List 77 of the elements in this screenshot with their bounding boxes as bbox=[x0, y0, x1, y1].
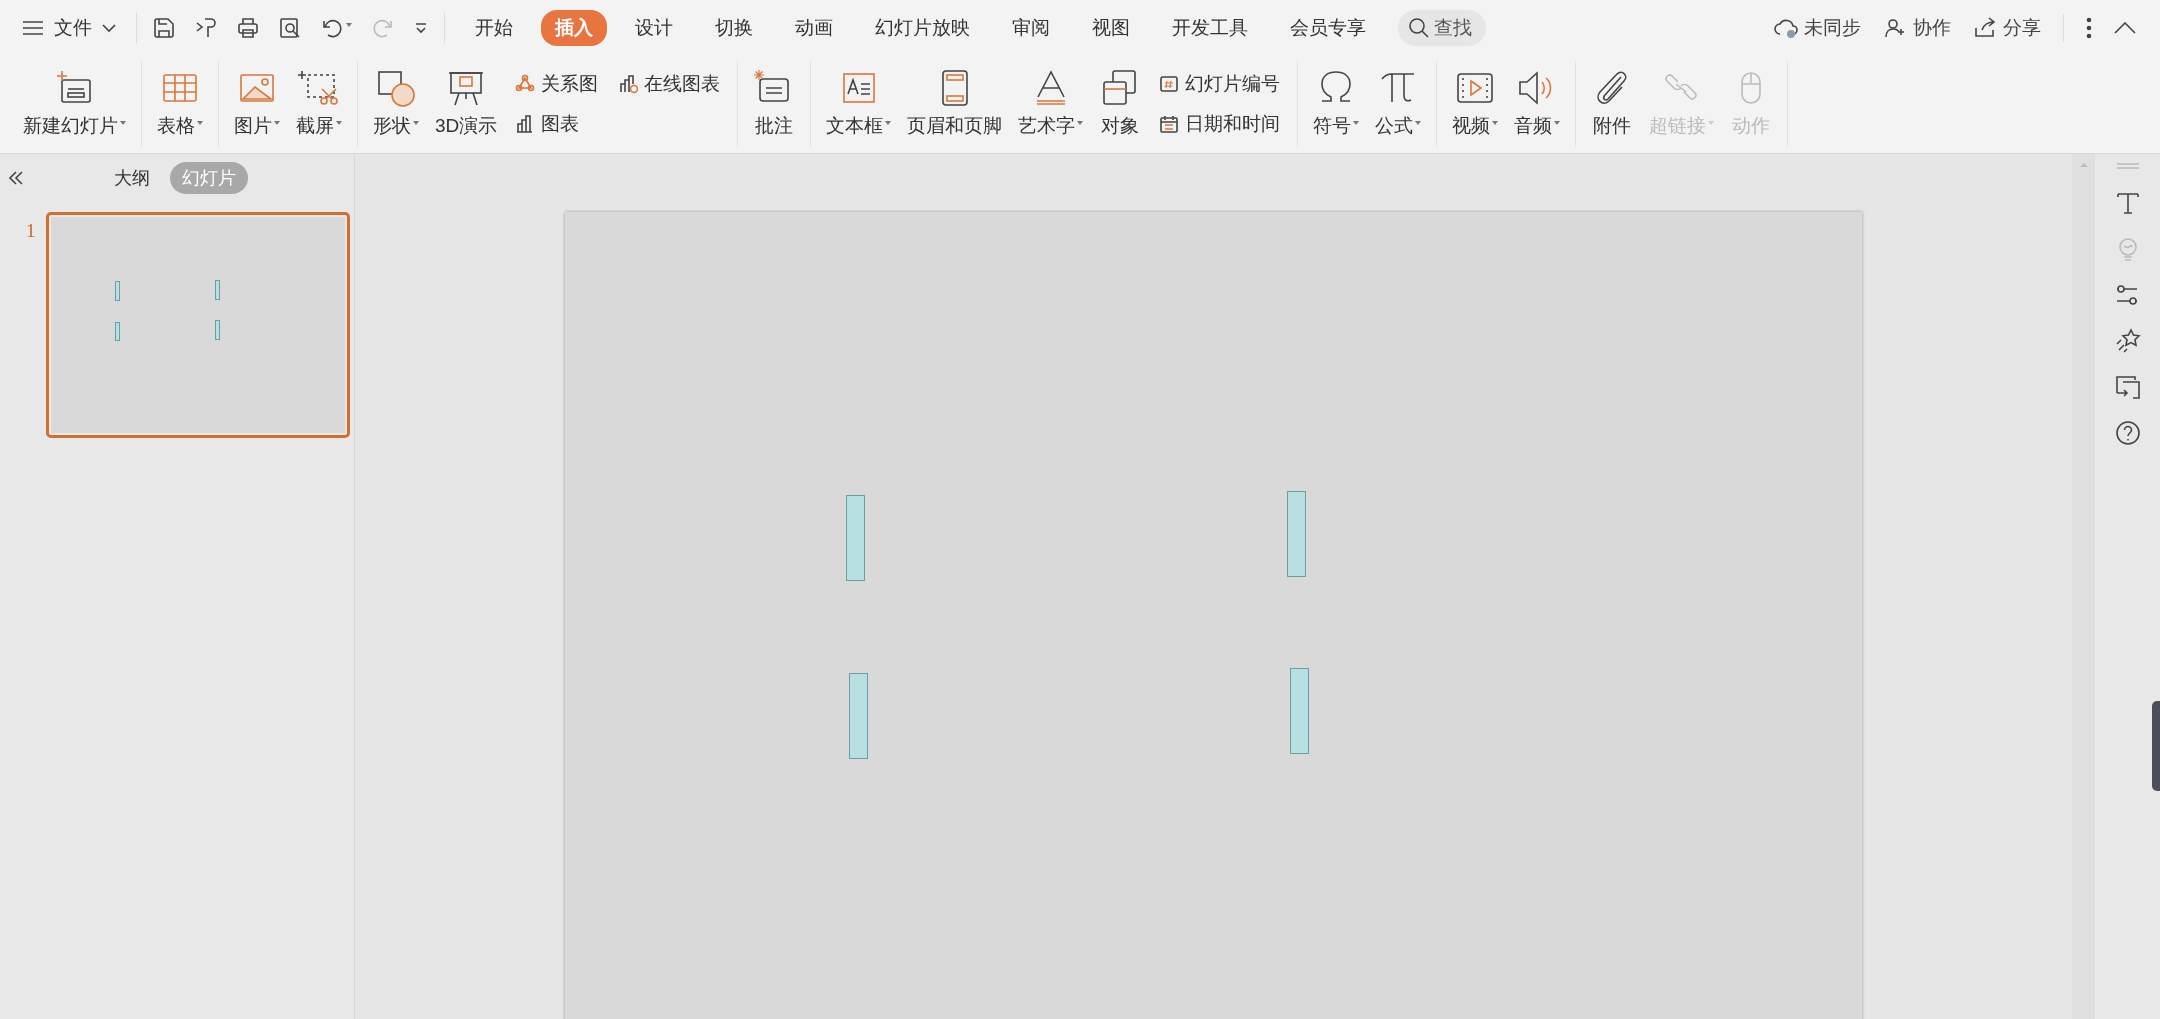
ribbon-button[interactable]: 附件 bbox=[1587, 61, 1638, 147]
caret-icon bbox=[413, 121, 419, 125]
brush-icon bbox=[195, 16, 217, 39]
toolbar-action[interactable]: 协作 bbox=[1883, 14, 1951, 41]
search-button[interactable]: 查找 bbox=[1398, 9, 1486, 46]
search-icon bbox=[1408, 16, 1430, 39]
more-icon bbox=[2086, 16, 2092, 39]
text-icon bbox=[2114, 190, 2141, 216]
ribbon-button[interactable]: 页眉和页脚 bbox=[903, 61, 1007, 147]
ribbon-tab[interactable]: 切换 bbox=[701, 9, 767, 46]
toolbar-action[interactable]: 未同步 bbox=[1774, 14, 1861, 41]
relation-icon bbox=[515, 74, 536, 94]
caret-icon bbox=[1077, 121, 1084, 125]
ribbon-tab[interactable]: 动画 bbox=[781, 9, 847, 46]
menu-icon bbox=[22, 18, 44, 37]
ribbon-button[interactable]: 批注 bbox=[749, 61, 800, 147]
preview-icon bbox=[279, 16, 301, 39]
ribbon-button[interactable]: 表格 bbox=[153, 61, 207, 147]
ribbon-tab[interactable]: 审阅 bbox=[998, 9, 1064, 46]
save-icon bbox=[153, 16, 175, 39]
ribbon-tab[interactable]: 会员专享 bbox=[1276, 9, 1380, 46]
ribbon-button[interactable]: 3D演示 bbox=[431, 61, 502, 147]
slide-number-icon bbox=[1159, 74, 1180, 94]
ribbon-button[interactable]: 关系图 bbox=[511, 69, 603, 99]
caret-icon bbox=[1554, 121, 1561, 125]
caret-icon bbox=[885, 121, 892, 125]
caret-icon bbox=[1353, 121, 1360, 125]
caret-icon bbox=[346, 22, 352, 27]
collapse-icon bbox=[2114, 21, 2136, 34]
slide-thumbnail[interactable] bbox=[46, 212, 350, 438]
collapse-panel-icon bbox=[8, 171, 24, 185]
ribbon-button[interactable]: 艺术字 bbox=[1014, 61, 1088, 147]
share-icon bbox=[1973, 15, 1997, 40]
ribbon-button[interactable]: 截屏 bbox=[292, 61, 346, 147]
ribbon-tab[interactable]: 开发工具 bbox=[1158, 9, 1262, 46]
chevron-down-icon bbox=[102, 22, 116, 33]
caret-icon bbox=[1415, 121, 1422, 125]
ribbon-button[interactable]: 图表 bbox=[511, 109, 603, 139]
rectangle-shape bbox=[214, 280, 220, 300]
ribbon-button[interactable]: 文本框 bbox=[822, 61, 896, 147]
ribbon-tab[interactable]: 视图 bbox=[1078, 9, 1144, 46]
toolbar-action[interactable]: 分享 bbox=[1973, 14, 2041, 41]
ribbon-button[interactable]: 在线图表 bbox=[614, 69, 725, 99]
rectangle-shape bbox=[114, 281, 120, 301]
caret-icon bbox=[120, 121, 126, 125]
replace-icon bbox=[2114, 374, 2141, 400]
dropdown-icon bbox=[414, 20, 428, 35]
ribbon-button[interactable]: 幻灯片编号 bbox=[1155, 69, 1285, 99]
caret-icon bbox=[1708, 121, 1715, 125]
ribbon-button[interactable]: 视频 bbox=[1448, 61, 1503, 147]
ribbon-tab[interactable]: 设计 bbox=[621, 9, 687, 46]
ribbon-button[interactable]: 符号 bbox=[1309, 61, 1364, 147]
ribbon-tab[interactable]: 幻灯片放映 bbox=[861, 9, 984, 46]
help-icon bbox=[2114, 420, 2141, 446]
online-chart-icon bbox=[618, 74, 639, 94]
caret-icon bbox=[274, 121, 280, 125]
ribbon-tab[interactable]: 开始 bbox=[461, 9, 527, 46]
drag-handle-icon bbox=[2115, 162, 2140, 170]
slide-number: 1 bbox=[26, 219, 34, 242]
ribbon-button[interactable]: 日期和时间 bbox=[1155, 109, 1285, 139]
caret-icon bbox=[336, 121, 342, 125]
ribbon-button[interactable]: 音频 bbox=[1510, 61, 1565, 147]
printer-icon bbox=[237, 16, 259, 39]
ribbon-button[interactable]: 新建幻灯片 bbox=[19, 61, 130, 147]
star-icon bbox=[2114, 328, 2141, 354]
ribbon-button[interactable]: 图片 bbox=[230, 61, 284, 147]
ribbon-button[interactable]: 形状 bbox=[369, 61, 423, 147]
caret-icon bbox=[197, 121, 203, 125]
calendar-icon bbox=[1159, 114, 1180, 134]
ribbon-button[interactable]: 对象 bbox=[1095, 61, 1146, 147]
ribbon-button[interactable]: 公式 bbox=[1371, 61, 1426, 147]
scroll-up-icon bbox=[2078, 162, 2089, 168]
caret-icon bbox=[1492, 121, 1499, 125]
rectangle-shape bbox=[115, 321, 121, 341]
rectangle-shape bbox=[215, 320, 221, 340]
file-menu[interactable]: 文件 bbox=[20, 7, 124, 48]
panel-tab[interactable]: 大纲 bbox=[102, 162, 162, 194]
